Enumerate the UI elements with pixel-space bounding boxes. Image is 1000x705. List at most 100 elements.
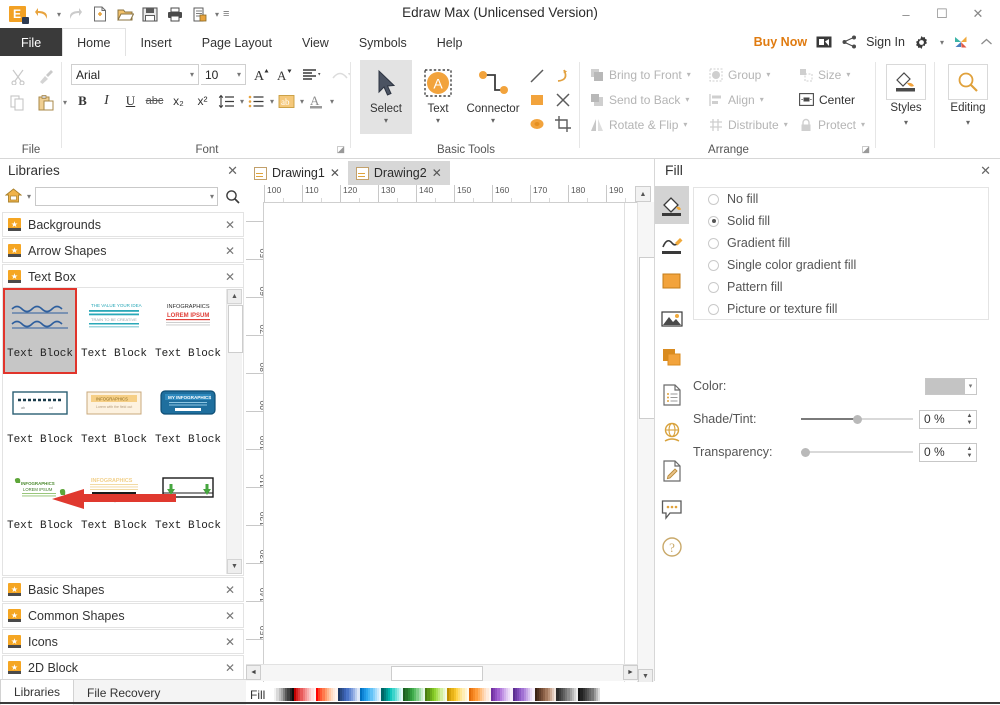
screenshot-icon[interactable]	[816, 34, 832, 50]
shape-item-text-block-10[interactable]	[3, 546, 77, 560]
shape-item-text-block-6[interactable]: MY INFOGRAPHICS Text Block	[151, 374, 225, 460]
shape-gallery-scrollbar[interactable]: ▲ ▼	[226, 289, 243, 574]
vertical-ruler[interactable]: 50 60 70 80 90 100 110 120 130 140 150 1…	[246, 202, 264, 684]
protect-item[interactable]: Protect ▾	[796, 112, 874, 137]
bullets-icon[interactable]	[245, 90, 268, 112]
grow-font-icon[interactable]: A	[251, 64, 273, 85]
horizontal-ruler[interactable]: 100 110 120 130 140 150 160 170 180 190	[246, 185, 654, 203]
library-category-close-icon[interactable]: ✕	[225, 635, 235, 649]
line-tool-icon[interactable]	[524, 64, 550, 88]
align-item[interactable]: Align ▾	[706, 87, 791, 112]
canvas-vertical-scrollbar[interactable]: ▼	[637, 202, 655, 684]
slider-knob[interactable]	[801, 448, 810, 457]
shape-item-text-block-5[interactable]: INFOGRAPHICS Lorem with the field out Te…	[77, 374, 151, 460]
menu-tab-page-layout[interactable]: Page Layout	[187, 28, 287, 56]
shade-tint-stepper[interactable]: 0 % ▲ ▼	[919, 409, 977, 429]
shape-item-text-block-7[interactable]: INFOGRAPHICS LOREM IPSUM Text Block	[3, 460, 77, 546]
canvas-horizontal-scrollbar[interactable]: ◄ ►	[246, 664, 638, 681]
fill-option-picture-or-texture-fill[interactable]: Picture or texture fill	[694, 298, 988, 320]
library-category-close-icon[interactable]: ✕	[225, 270, 235, 284]
document-tab-close-icon[interactable]: ✕	[330, 166, 340, 180]
rotate-flip-item[interactable]: Rotate & Flip ▾	[587, 112, 699, 137]
bullets-caret[interactable]: ▾	[270, 97, 274, 106]
library-category-common-shapes[interactable]: Common Shapes ✕	[2, 603, 244, 628]
gear-dropdown-caret[interactable]: ▾	[940, 38, 944, 47]
maximize-button[interactable]: ☐	[924, 2, 960, 26]
strikethrough-button[interactable]: abc	[143, 90, 166, 112]
font-name-combobox[interactable]: Arial ▾	[71, 64, 199, 85]
send-to-back-item[interactable]: Send to Back ▾	[587, 87, 699, 112]
shape-item-text-block-3[interactable]: INFOGRAPHICS LOREM IPSUM Text Block	[151, 288, 225, 374]
shape-item-text-block-2[interactable]: THE VALUE YOUR IDEA TRAIN TO BE CREATIVE…	[77, 288, 151, 374]
transparency-slider[interactable]	[801, 445, 913, 459]
stepper-arrows[interactable]: ▲ ▼	[963, 446, 976, 459]
distribute-item[interactable]: Distribute ▾	[706, 112, 791, 137]
menu-tab-view[interactable]: View	[287, 28, 344, 56]
fill-option-gradient-fill[interactable]: Gradient fill	[694, 232, 988, 254]
italic-button[interactable]: I	[95, 90, 118, 112]
scroll-up-button[interactable]: ▲	[227, 289, 242, 304]
ruler-collapse-button[interactable]: ▲	[635, 186, 651, 202]
home-dropdown-caret[interactable]: ▾	[27, 192, 31, 201]
font-color-icon[interactable]: A	[305, 90, 328, 112]
editing-caret[interactable]: ▾	[936, 118, 1000, 127]
underline-button[interactable]: U	[119, 90, 142, 112]
canvas-scroll-right-button[interactable]: ►	[623, 665, 638, 680]
document-tab-drawing1[interactable]: Drawing1 ✕	[246, 161, 348, 185]
format-painter-icon[interactable]	[34, 66, 58, 88]
subscript-button[interactable]: x₂	[167, 90, 190, 112]
crop-tool-icon[interactable]	[550, 112, 576, 136]
library-category-close-icon[interactable]: ✕	[225, 661, 235, 675]
minimize-button[interactable]: –	[888, 2, 924, 26]
comment-icon[interactable]	[655, 490, 689, 528]
libraries-close-icon[interactable]: ✕	[227, 163, 238, 179]
text-highlight-icon[interactable]: ab	[275, 90, 298, 112]
help-icon[interactable]: ?	[655, 528, 689, 566]
menu-tab-symbols[interactable]: Symbols	[344, 28, 422, 56]
share-icon[interactable]	[841, 34, 857, 50]
shape-item-text-block-8[interactable]: INFOGRAPHICS LOREM IPSUM Text Block	[77, 460, 151, 546]
text-highlight-caret[interactable]: ▾	[300, 97, 304, 106]
superscript-button[interactable]: x²	[191, 90, 214, 112]
library-category-close-icon[interactable]: ✕	[225, 609, 235, 623]
palette-swatch[interactable]	[597, 688, 601, 701]
styles-caret[interactable]: ▾	[877, 118, 935, 127]
collapse-ribbon-icon[interactable]	[978, 34, 994, 50]
document-edit-icon[interactable]	[655, 452, 689, 490]
fill-icon[interactable]	[655, 186, 689, 224]
connector-tool-button[interactable]: Connector ▾	[462, 60, 524, 134]
color-picker[interactable]: ▾	[925, 377, 977, 395]
copy-icon[interactable]	[6, 92, 30, 114]
paste-icon[interactable]	[34, 92, 58, 114]
globe-icon[interactable]	[655, 414, 689, 452]
canvas-hscroll-thumb[interactable]	[391, 666, 483, 681]
library-search-box[interactable]: ▾	[35, 186, 218, 206]
menu-tab-help[interactable]: Help	[422, 28, 478, 56]
bring-to-front-item[interactable]: Bring to Front ▾	[587, 62, 699, 87]
library-category-backgrounds[interactable]: Backgrounds ✕	[2, 212, 244, 237]
library-category-text-box[interactable]: Text Box ✕	[2, 264, 244, 289]
drawing-page[interactable]	[264, 203, 625, 683]
shape-item-text-block-9[interactable]: Text Block	[151, 460, 225, 546]
connector-tool-caret[interactable]: ▾	[491, 116, 495, 125]
font-color-caret[interactable]: ▾	[330, 97, 334, 106]
properties-icon[interactable]	[655, 376, 689, 414]
gear-icon[interactable]	[914, 34, 930, 50]
ellipse-tool-icon[interactable]	[524, 112, 550, 136]
library-category-2d-block[interactable]: 2D Block ✕	[2, 655, 244, 680]
stepper-arrows[interactable]: ▲ ▼	[963, 413, 976, 426]
line-spacing-caret[interactable]: ▾	[240, 97, 244, 106]
library-category-basic-shapes[interactable]: Basic Shapes ✕	[2, 577, 244, 602]
font-dialog-launcher[interactable]: ◪	[336, 144, 345, 155]
line-icon[interactable]	[655, 224, 689, 262]
fill-option-pattern-fill[interactable]: Pattern fill	[694, 276, 988, 298]
cross-tool-icon[interactable]	[550, 88, 576, 112]
line-spacing-icon[interactable]	[215, 90, 238, 112]
fill-option-no-fill[interactable]: No fill	[694, 188, 988, 210]
group-item[interactable]: Group ▾	[706, 62, 791, 87]
font-size-combobox[interactable]: 10 ▾	[201, 64, 246, 85]
buy-now-button[interactable]: Buy Now	[754, 35, 807, 49]
fill-panel-close-icon[interactable]: ✕	[980, 163, 991, 179]
search-icon[interactable]	[222, 189, 242, 204]
shape-item-text-block-4[interactable]: ab cd Text Block	[3, 374, 77, 460]
